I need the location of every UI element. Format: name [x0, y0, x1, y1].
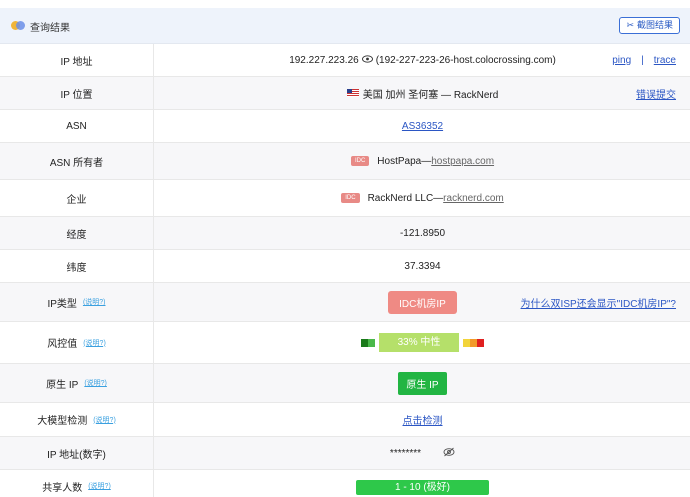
ip-address-text: 192.227.223.26: [289, 54, 359, 66]
result-panel: 查询结果 ✂ 截图结果 IP 地址 192.227.223.26 (192-22…: [0, 0, 690, 497]
row-longitude: 经度 -121.8950: [0, 217, 690, 250]
hostname-text: (192-227-223-26-host.colocrossing.com): [375, 54, 556, 66]
row-label: 共享人数: [42, 482, 83, 494]
native-ip-value: 原生 IP: [155, 364, 690, 402]
result-header: 查询结果 ✂ 截图结果: [0, 8, 690, 44]
ip-tools: ping | trace: [612, 44, 676, 76]
longitude-value: -121.8950: [399, 227, 446, 239]
latitude-value: 37.3394: [404, 260, 441, 272]
risk-meter: 33% 中性: [361, 333, 484, 352]
risk-value: 33% 中性: [155, 322, 690, 363]
llm-detect-value: 点击检测: [155, 403, 690, 436]
asn-value: AS36352: [155, 110, 690, 142]
asn-link[interactable]: AS36352: [402, 121, 443, 132]
row-asn: ASN AS36352: [0, 110, 690, 143]
asn-owner-name: HostPapa: [377, 155, 422, 167]
row-native-ip: 原生 IP (说明?) 原生 IP: [0, 364, 690, 403]
row-asn-owner: ASN 所有者 IDC HostPapa — hostpapa.com: [0, 143, 690, 180]
screenshot-button-label: 截图结果: [636, 20, 673, 30]
row-llm-detect: 大模型检测 (说明?) 点击检测: [0, 403, 690, 437]
asn-owner-domain-link[interactable]: hostpapa.com: [431, 156, 494, 167]
row-ip-address: IP 地址 192.227.223.26 (192-227-223-26-hos…: [0, 44, 690, 77]
row-label: 原生 IP: [46, 379, 79, 391]
row-label: 经度: [0, 217, 154, 249]
row-risk: 风控值 (说明?) 33% 中性: [0, 322, 690, 364]
location-tools: 错误提交: [636, 77, 676, 109]
result-title: 查询结果: [30, 23, 70, 34]
trace-link[interactable]: trace: [654, 55, 676, 66]
company-domain-link[interactable]: racknerd.com: [443, 193, 504, 204]
asn-owner-value: IDC HostPapa — hostpapa.com: [155, 143, 690, 179]
risk-scale-segment: [470, 338, 477, 347]
risk-score-badge: 33% 中性: [379, 333, 459, 352]
help-link[interactable]: (说明?): [84, 378, 107, 388]
row-label: 风控值: [47, 339, 78, 350]
row-label: IP 地址: [0, 44, 154, 76]
help-link[interactable]: (说明?): [83, 297, 106, 307]
logo-dots-icon: [11, 21, 25, 31]
scissors-icon: ✂: [626, 20, 634, 30]
row-label-cell: 大模型检测 (说明?): [0, 403, 154, 436]
risk-scale-segment: [368, 338, 375, 347]
ping-link[interactable]: ping: [612, 55, 631, 66]
ip-type-tools: 为什么双ISP还会显示"IDC机房IP"?: [521, 283, 676, 321]
ip-value: 192.227.223.26 (192-227-223-26-host.colo…: [155, 44, 690, 76]
screenshot-button[interactable]: ✂ 截图结果: [619, 17, 680, 34]
row-label: 纬度: [0, 250, 154, 282]
shared-users-value: 1 - 10 (极好): [155, 470, 690, 497]
shared-users-badge: 1 - 10 (极好): [356, 480, 489, 495]
ip-number-value: ********: [155, 437, 690, 469]
link-separator: |: [641, 54, 644, 66]
row-label: IP 地址(数字): [0, 437, 154, 469]
row-ip-number: IP 地址(数字) ********: [0, 437, 690, 470]
location-text: 美国 加州 圣何塞 — RackNerd: [362, 89, 499, 101]
asn-owner-dash: —: [421, 155, 432, 167]
company-value: IDC RackNerd LLC — racknerd.com: [155, 180, 690, 216]
risk-scale-segment: [463, 338, 470, 347]
row-ip-type: IP类型 (说明?) IDC机房IP 为什么双ISP还会显示"IDC机房IP"?: [0, 283, 690, 322]
row-label-cell: IP类型 (说明?): [0, 283, 154, 321]
row-label: 大模型检测: [37, 416, 88, 427]
ip-number-masked: ********: [389, 447, 422, 459]
row-label: ASN 所有者: [0, 143, 154, 179]
row-company: 企业 IDC RackNerd LLC — racknerd.com: [0, 180, 690, 217]
native-ip-badge: 原生 IP: [398, 371, 447, 395]
help-link[interactable]: (说明?): [83, 338, 106, 348]
row-label-cell: 风控值 (说明?): [0, 322, 154, 363]
us-flag-icon: [346, 89, 359, 97]
company-name: RackNerd LLC: [367, 192, 434, 204]
row-label: IP类型: [47, 298, 77, 310]
row-label-cell: 原生 IP (说明?): [0, 364, 154, 402]
eye-off-icon[interactable]: [443, 447, 455, 460]
row-ip-location: IP 位置 美国 加州 圣何塞 — RackNerd 错误提交: [0, 77, 690, 110]
row-latitude: 纬度 37.3394: [0, 250, 690, 283]
help-link[interactable]: (说明?): [88, 481, 111, 491]
ip-type-badge: IDC机房IP: [388, 290, 457, 314]
row-label: ASN: [0, 110, 154, 142]
why-idc-link[interactable]: 为什么双ISP还会显示"IDC机房IP"?: [521, 295, 676, 310]
risk-scale-segment: [477, 338, 484, 347]
location-value: 美国 加州 圣何塞 — RackNerd: [155, 77, 690, 109]
click-detect-link[interactable]: 点击检测: [403, 412, 443, 427]
row-label: 企业: [0, 180, 154, 216]
row-label-cell: 共享人数 (说明?): [0, 470, 154, 497]
risk-scale-segment: [361, 338, 368, 347]
idc-tag: IDC: [350, 156, 370, 166]
company-dash: —: [433, 192, 444, 204]
eye-icon[interactable]: [361, 54, 373, 66]
row-label: IP 位置: [0, 77, 154, 109]
report-error-link[interactable]: 错误提交: [636, 86, 676, 101]
help-link[interactable]: (说明?): [93, 415, 116, 425]
idc-tag: IDC: [341, 193, 360, 203]
row-shared-users: 共享人数 (说明?) 1 - 10 (极好): [0, 470, 690, 497]
